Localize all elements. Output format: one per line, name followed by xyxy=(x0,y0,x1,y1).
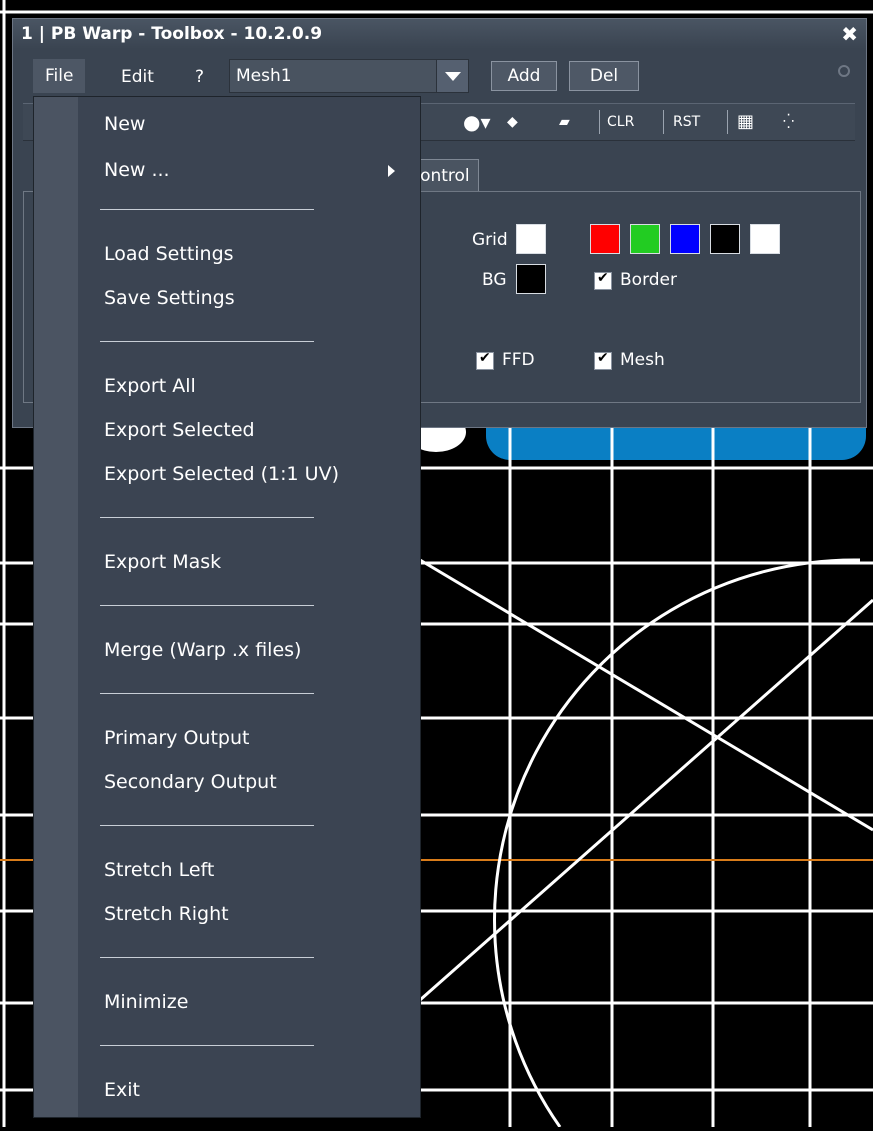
reset-button[interactable]: RST xyxy=(673,110,700,134)
mesh-select-value: Mesh1 xyxy=(236,66,292,86)
window-title: 1 | PB Warp - Toolbox - 10.2.0.9 xyxy=(21,24,323,44)
menu-item-export-selected-uv[interactable]: Export Selected (1:1 UV) xyxy=(104,463,339,485)
palette-black-swatch[interactable] xyxy=(710,224,740,254)
file-menu: New New ... Load Settings Save Settings … xyxy=(33,96,421,1118)
eraser-icon[interactable]: ▰ xyxy=(559,110,570,134)
menu-item-save-settings[interactable]: Save Settings xyxy=(104,287,235,309)
menu-separator xyxy=(100,209,314,210)
circle-icon[interactable] xyxy=(838,65,850,77)
palette-green-swatch[interactable] xyxy=(630,224,660,254)
menu-item-exit[interactable]: Exit xyxy=(104,1079,140,1101)
bg-label: BG xyxy=(482,270,507,290)
menu-separator xyxy=(100,605,314,606)
menu-item-new-submenu[interactable]: New ... xyxy=(104,159,170,181)
mesh-label: Mesh xyxy=(620,350,665,370)
menu-item-primary-output[interactable]: Primary Output xyxy=(104,727,249,749)
chevron-down-icon[interactable] xyxy=(436,60,468,92)
ffd-checkbox[interactable] xyxy=(476,350,494,370)
grid-color-swatch[interactable] xyxy=(516,224,546,254)
menu-item-merge[interactable]: Merge (Warp .x files) xyxy=(104,639,301,661)
menu-edit[interactable]: Edit xyxy=(121,67,154,87)
brush-size-icon[interactable]: ●▾ xyxy=(463,110,491,134)
menu-separator xyxy=(100,825,314,826)
menu-help[interactable]: ? xyxy=(195,67,204,87)
menu-separator xyxy=(100,957,314,958)
submenu-arrow-icon xyxy=(388,165,395,177)
title-bar[interactable]: 1 | PB Warp - Toolbox - 10.2.0.9 ✖ xyxy=(13,19,866,49)
menu-separator xyxy=(100,341,314,342)
menu-item-load-settings[interactable]: Load Settings xyxy=(104,243,234,265)
menu-item-minimize[interactable]: Minimize xyxy=(104,991,188,1013)
toolbar-divider xyxy=(599,110,600,134)
toolbar-divider xyxy=(727,110,728,134)
menu-item-stretch-left[interactable]: Stretch Left xyxy=(104,859,214,881)
ffd-label: FFD xyxy=(502,350,535,370)
menu-item-new[interactable]: New xyxy=(104,113,145,135)
mesh-select[interactable]: Mesh1 xyxy=(229,59,469,93)
menu-item-export-mask[interactable]: Export Mask xyxy=(104,551,221,573)
grid-label: Grid xyxy=(472,230,508,250)
palette-white-swatch[interactable] xyxy=(750,224,780,254)
grid-icon[interactable]: ▦ xyxy=(737,110,754,134)
menu-item-export-selected[interactable]: Export Selected xyxy=(104,419,255,441)
menu-separator xyxy=(100,693,314,694)
palette-blue-swatch[interactable] xyxy=(670,224,700,254)
bg-color-swatch[interactable] xyxy=(516,264,546,294)
mesh-checkbox[interactable] xyxy=(594,350,612,370)
menu-item-secondary-output[interactable]: Secondary Output xyxy=(104,771,277,793)
close-icon[interactable]: ✖ xyxy=(841,19,858,49)
toolbar-divider xyxy=(663,110,664,134)
menu-gutter xyxy=(34,97,78,1117)
del-button[interactable]: Del xyxy=(569,61,639,91)
points-icon[interactable]: ⁛ xyxy=(783,110,794,134)
palette-red-swatch[interactable] xyxy=(590,224,620,254)
border-label: Border xyxy=(620,270,677,290)
add-button[interactable]: Add xyxy=(491,61,557,91)
fill-bucket-icon[interactable]: ◆ xyxy=(507,110,518,134)
menu-separator xyxy=(100,517,314,518)
menu-item-export-all[interactable]: Export All xyxy=(104,375,196,397)
clear-button[interactable]: CLR xyxy=(607,110,634,134)
menu-separator xyxy=(100,1045,314,1046)
menu-file[interactable]: File xyxy=(33,59,86,93)
border-checkbox[interactable] xyxy=(594,270,612,290)
menu-item-stretch-right[interactable]: Stretch Right xyxy=(104,903,229,925)
